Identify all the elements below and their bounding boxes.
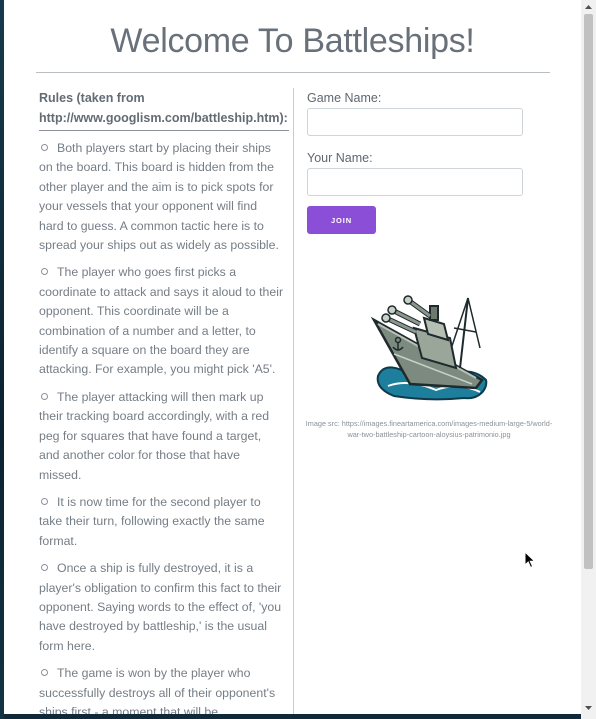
page-title: Welcome To Battleships! <box>110 22 475 60</box>
image-caption: Image src: https://images.fineartamerica… <box>305 419 553 439</box>
scrollbar[interactable] <box>581 0 596 719</box>
page-content: Welcome To Battleships! Rules (taken fro… <box>4 0 581 714</box>
bullet-icon <box>41 669 48 677</box>
rules-heading-text: Rules (taken from <box>39 91 145 105</box>
rules-section: Rules (taken from http://www.googlism.co… <box>39 88 289 714</box>
rule-item: Once a ship is fully destroyed, it is a … <box>39 559 285 656</box>
bullet-icon <box>41 564 48 572</box>
title-divider <box>36 72 550 73</box>
rules-source-url: http://www.googlism.com/battleship.htm): <box>39 111 288 125</box>
join-form: Game Name: Your Name: <box>307 90 557 196</box>
rules-heading: Rules (taken from http://www.googlism.co… <box>39 88 289 131</box>
scroll-thumb[interactable] <box>584 14 593 569</box>
bullet-icon <box>41 268 48 276</box>
bullet-icon <box>41 497 48 505</box>
battleship-cartoon-icon <box>370 295 488 401</box>
rule-item: Both players start by placing their ship… <box>39 139 285 255</box>
your-name-input[interactable] <box>307 168 523 196</box>
game-name-input[interactable] <box>307 108 523 136</box>
rule-text: It is now time for the second player to … <box>39 494 265 548</box>
rule-text: Once a ship is fully destroyed, it is a … <box>39 561 282 653</box>
rule-text: The player attacking will then mark up t… <box>39 389 270 482</box>
your-name-label: Your Name: <box>307 151 373 165</box>
rule-text: Both players start by placing their ship… <box>39 141 279 253</box>
rule-item: It is now time for the second player to … <box>39 493 285 551</box>
game-name-label: Game Name: <box>307 91 382 105</box>
scroll-down-arrow-icon[interactable] <box>581 701 596 715</box>
bullet-icon <box>41 392 48 400</box>
mouse-cursor-icon <box>524 551 536 569</box>
rule-item: The player attacking will then mark up t… <box>39 388 285 485</box>
join-button[interactable]: JOIN <box>307 206 376 234</box>
rule-text: The player who goes first picks a coordi… <box>39 265 284 377</box>
rule-item: The game is won by the player who succes… <box>39 664 285 714</box>
scroll-up-arrow-icon[interactable] <box>581 0 596 14</box>
bullet-icon <box>41 144 48 151</box>
column-divider <box>293 88 294 714</box>
rule-text: The game is won by the player who succes… <box>39 666 276 714</box>
rule-item: The player who goes first picks a coordi… <box>39 263 285 379</box>
